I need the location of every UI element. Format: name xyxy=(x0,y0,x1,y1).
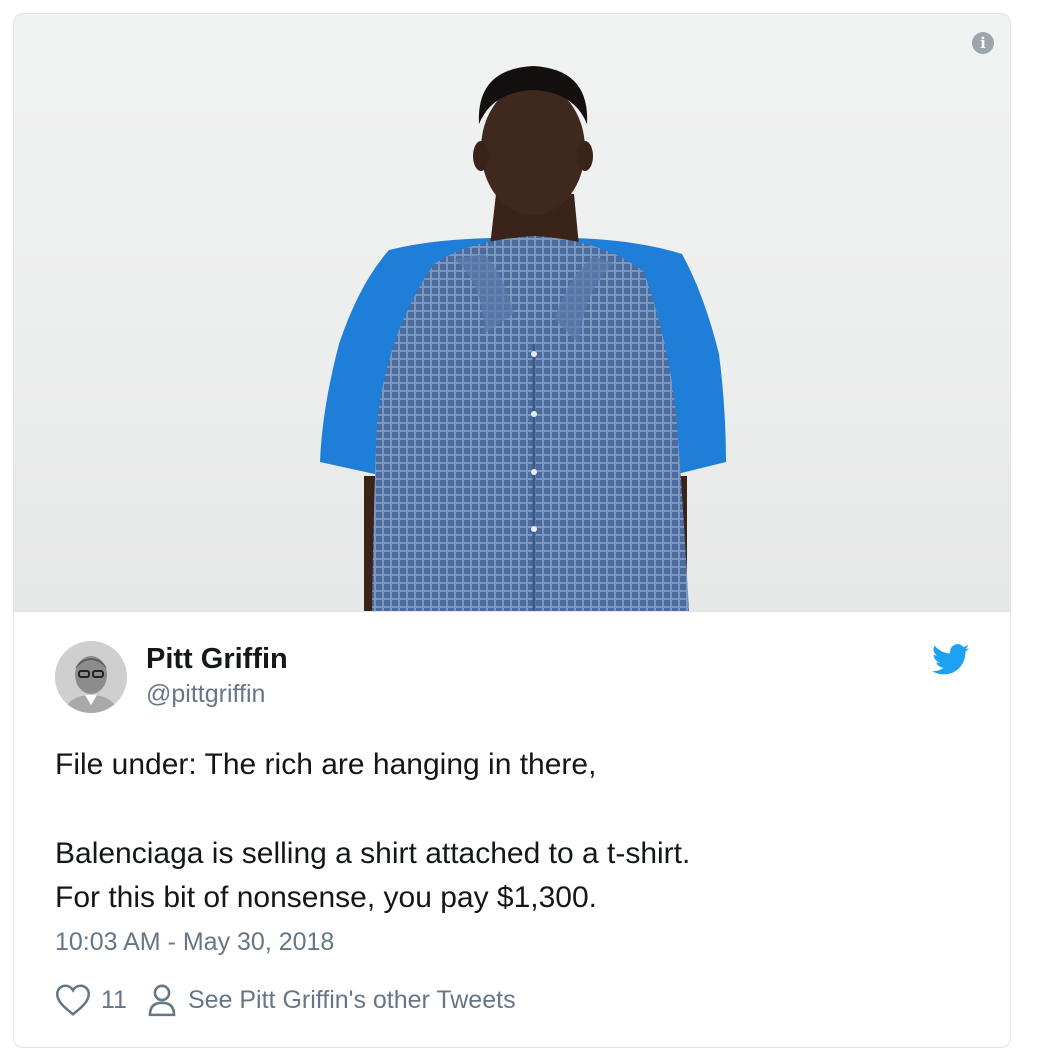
tweet-media-photo[interactable]: i xyxy=(14,14,1010,612)
like-button[interactable]: 11 xyxy=(55,983,127,1017)
like-count: 11 xyxy=(101,985,127,1014)
tweet-actions: 11 See Pitt Griffin's other Tweets xyxy=(55,980,516,1020)
avatar-image xyxy=(55,641,127,713)
tweet-text-line: File under: The rich are hanging in ther… xyxy=(55,748,597,781)
author-handle[interactable]: @pittgriffin xyxy=(146,679,265,709)
tweet-text-line: Balenciaga is selling a shirt attached t… xyxy=(55,837,691,870)
person-icon xyxy=(148,984,176,1017)
twitter-bird-icon[interactable] xyxy=(932,644,970,676)
info-icon[interactable]: i xyxy=(972,32,994,54)
model-photo xyxy=(320,66,726,611)
tweet-card: i Pitt Griffin @pittgriffin File under: … xyxy=(13,13,1011,1048)
tweet-timestamp[interactable]: 10:03 AM - May 30, 2018 xyxy=(55,927,334,957)
heart-icon xyxy=(55,984,91,1016)
see-other-tweets-link[interactable]: See Pitt Griffin's other Tweets xyxy=(147,983,516,1017)
see-other-tweets-label: See Pitt Griffin's other Tweets xyxy=(187,985,516,1014)
tweet-text-line: For this bit of nonsense, you pay $1,300… xyxy=(55,881,598,914)
author-display-name[interactable]: Pitt Griffin xyxy=(146,642,288,676)
author-avatar[interactable] xyxy=(55,641,127,713)
tweet-text: File under: The rich are hanging in ther… xyxy=(55,743,975,920)
